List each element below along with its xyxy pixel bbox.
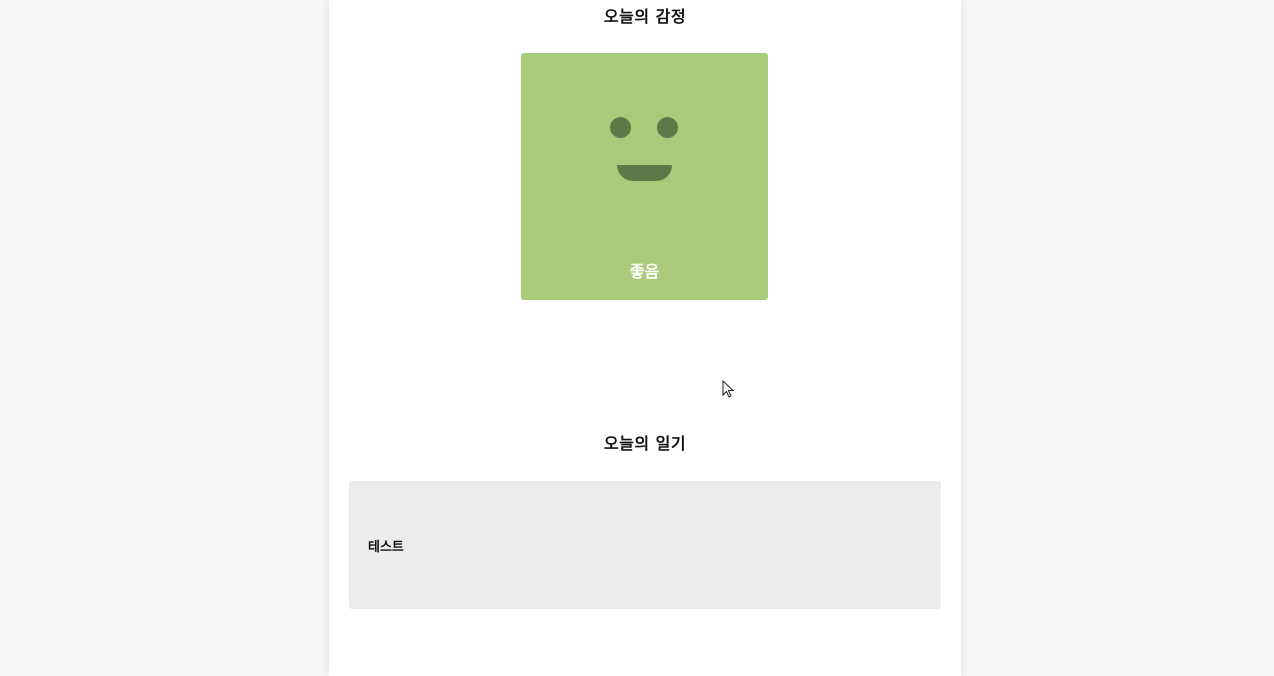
diary-content-box: 테스트 (349, 481, 941, 609)
mouse-pointer-icon (722, 380, 734, 398)
diary-section-title: 오늘의 일기 (603, 434, 687, 453)
emotion-card: 좋음 (521, 53, 768, 300)
diary-content-text: 테스트 (368, 539, 404, 555)
emotion-section-title: 오늘의 감정 (603, 7, 687, 26)
left-eye (610, 117, 631, 138)
emotion-label: 좋음 (629, 262, 660, 281)
right-eye (657, 117, 678, 138)
smile-mouth (617, 165, 672, 181)
diary-page: 오늘의 감정 좋음 오늘의 일기 테스트 (329, 0, 961, 676)
